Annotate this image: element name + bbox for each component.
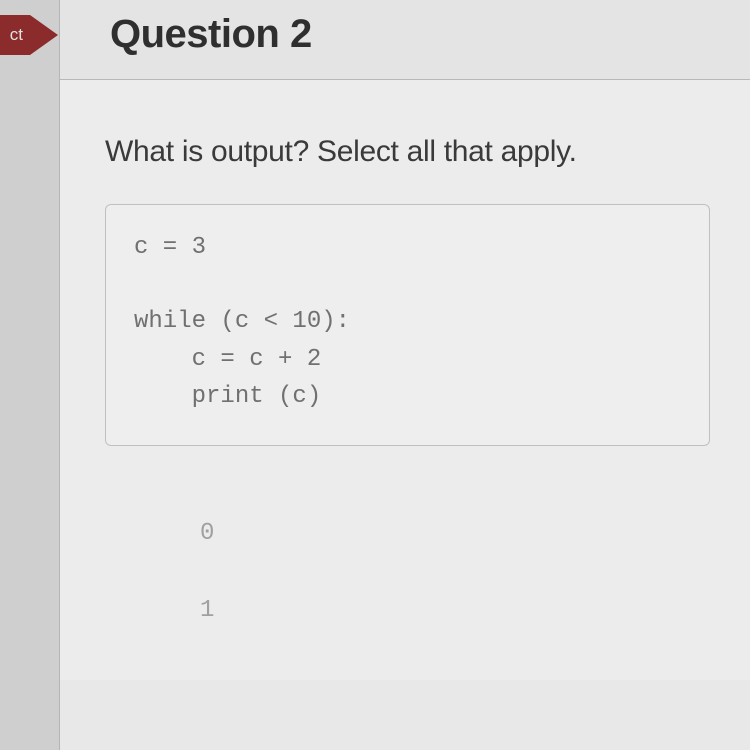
code-line: c = c + 2 [134, 346, 321, 373]
answer-options: 0 1 [105, 446, 710, 650]
badge-text: ct [10, 25, 23, 44]
code-block: c = 3 while (c < 10): c = c + 2 print (c… [105, 204, 710, 446]
code-line: print (c) [134, 383, 321, 410]
main-panel: Question 2 What is output? Select all th… [60, 0, 750, 750]
question-header: Question 2 [60, 0, 750, 80]
code-line: while (c < 10): [134, 308, 350, 335]
code-line: c = 3 [134, 234, 206, 261]
left-sidebar: ct [0, 0, 60, 750]
option-0[interactable]: 0 [200, 496, 710, 573]
question-content: What is output? Select all that apply. c… [60, 80, 750, 680]
question-prompt: What is output? Select all that apply. [105, 135, 710, 169]
status-badge: ct [0, 15, 30, 55]
option-1[interactable]: 1 [200, 573, 710, 650]
question-title: Question 2 [110, 12, 715, 57]
